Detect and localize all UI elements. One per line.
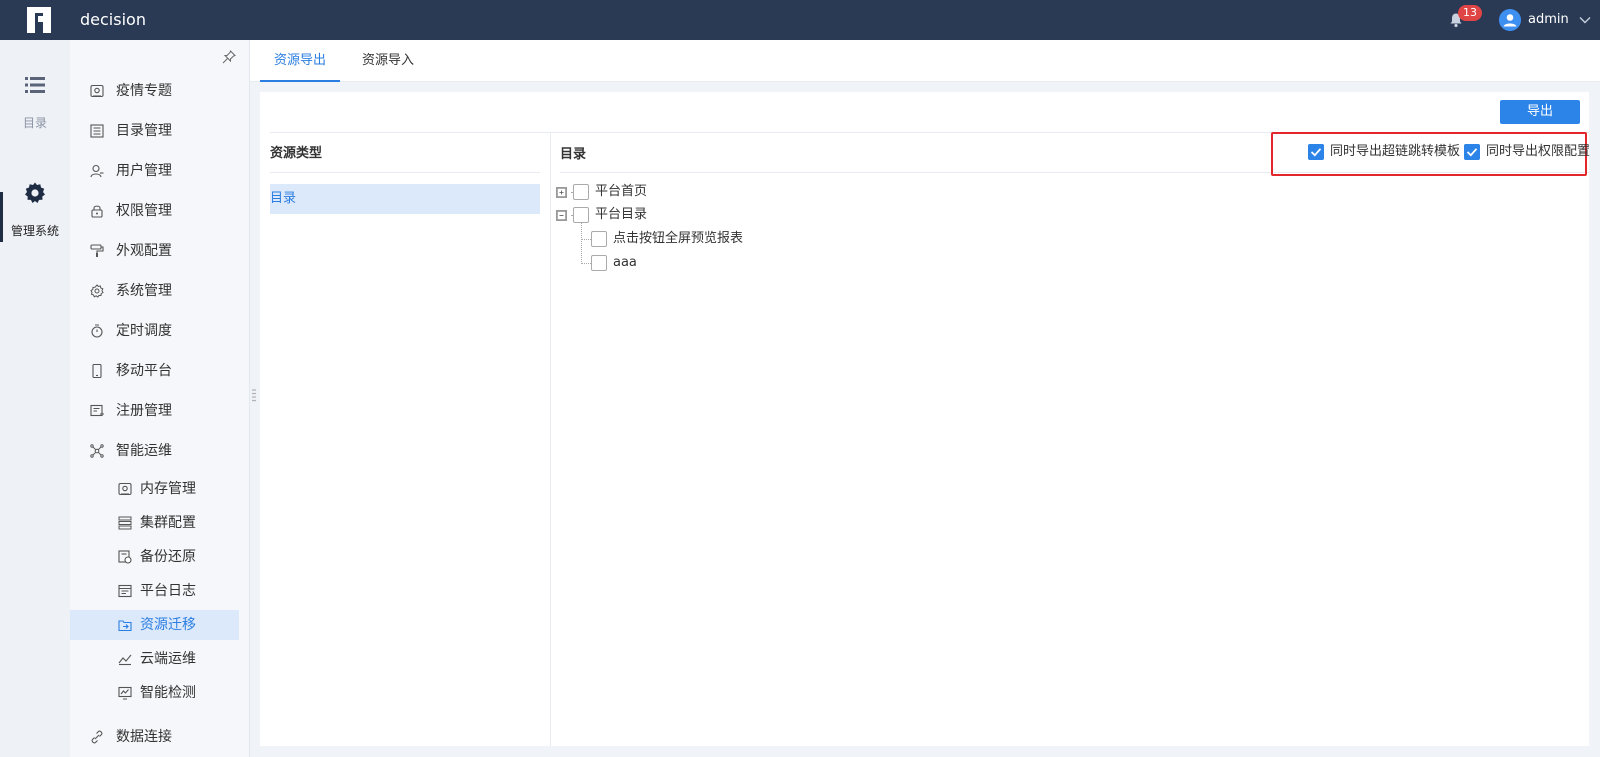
sidebar-item-label: 权限管理 [116, 203, 172, 219]
tree-node-platform-directory: 平台目录 [556, 205, 956, 225]
tree-node-label[interactable]: 平台首页 [595, 182, 647, 202]
gear-icon [25, 182, 45, 203]
notification-badge: 13 [1458, 5, 1482, 21]
sidebar-item-label: 云端运维 [140, 651, 196, 667]
sidebar-item-data-connection[interactable]: 数据连接 [70, 722, 249, 752]
memory-icon [118, 482, 132, 496]
sidebar-item-label: 内存管理 [140, 481, 196, 497]
sidebar-item-registration[interactable]: 注册管理 [70, 396, 249, 426]
sidebar-item-label: 智能检测 [140, 685, 196, 701]
top-bar: decision 13 admin [0, 0, 1600, 40]
sidebar-resize-handle[interactable] [252, 388, 256, 402]
sidebar-item-memory[interactable]: 内存管理 [70, 474, 249, 504]
tree-node-platform-home: 平台首页 [556, 182, 956, 202]
sidebar-item-appearance[interactable]: 外观配置 [70, 236, 249, 266]
tree-node-fullscreen-report: 点击按钮全屏预览报表 [556, 229, 956, 249]
sidebar-item-label: 资源迁移 [140, 617, 196, 633]
sidebar-item-intelligent-ops[interactable]: 智能运维 [70, 436, 249, 466]
sidebar-item-smart-detection[interactable]: 智能检测 [70, 678, 249, 708]
export-button[interactable]: 导出 [1500, 100, 1580, 124]
link-icon [91, 730, 103, 744]
sidebar-item-label: 系统管理 [116, 283, 172, 299]
log-icon [118, 584, 132, 598]
option-label: 同时导出权限配置 [1486, 144, 1591, 159]
tab-resource-export[interactable]: 资源导出 [260, 40, 341, 82]
mobile-icon [92, 364, 102, 378]
rail-item-directory[interactable]: 目录 [0, 76, 70, 131]
directory-header: 目录 [560, 147, 587, 162]
option-label: 同时导出超链跳转模板 [1330, 144, 1461, 159]
left-rail: 目录 管理系统 [0, 40, 70, 757]
list-icon [25, 77, 45, 93]
sidebar-item-system-management[interactable]: 系统管理 [70, 276, 249, 306]
sidebar-item-label: 注册管理 [116, 403, 172, 419]
avatar[interactable] [1499, 9, 1521, 31]
sidebar-item-backup[interactable]: 备份还原 [70, 542, 249, 572]
chevron-down-icon[interactable] [1578, 13, 1592, 27]
timer-icon [91, 324, 103, 338]
expand-plus-icon[interactable] [556, 187, 567, 198]
sidebar-item-label: 目录管理 [116, 123, 172, 139]
sidebar-item-label: 平台日志 [140, 583, 196, 599]
sidebar-item-user-management[interactable]: 用户管理 [70, 156, 249, 186]
divider [270, 172, 540, 173]
tree-node-label[interactable]: aaa [613, 253, 637, 273]
cluster-icon [118, 516, 132, 530]
checkbox-checked-icon[interactable] [1308, 144, 1324, 160]
tree-checkbox[interactable] [591, 231, 607, 247]
sidebar-item-label: 备份还原 [140, 549, 196, 565]
sidebar-item-label: 数据连接 [116, 729, 172, 745]
tree-checkbox[interactable] [591, 255, 607, 271]
sidebar-item-platform-log[interactable]: 平台日志 [70, 576, 249, 606]
checkbox-checked-icon[interactable] [1464, 144, 1480, 160]
resource-type-item-directory[interactable]: 目录 [270, 184, 540, 214]
user-name[interactable]: admin [1528, 12, 1569, 27]
column-divider [550, 132, 551, 746]
tree-node-label[interactable]: 点击按钮全屏预览报表 [613, 229, 743, 249]
management-sidebar: 疫情专题 目录管理 用户管理 权限管理 外观配置 系统管理 定时调度 移动平台 … [70, 40, 250, 757]
sidebar-item-permission-management[interactable]: 权限管理 [70, 196, 249, 226]
tree-node-label[interactable]: 平台目录 [595, 205, 647, 225]
sidebar-item-cloud-ops[interactable]: 云端运维 [70, 644, 249, 674]
rail-item-label: 管理系统 [10, 224, 59, 238]
collapse-minus-icon[interactable] [556, 210, 567, 221]
sidebar-item-resource-migration[interactable]: 资源迁移 [70, 610, 239, 640]
sidebar-item-cluster[interactable]: 集群配置 [70, 508, 249, 538]
sidebar-item-directory-management[interactable]: 目录管理 [70, 116, 249, 146]
sidebar-item-scheduling[interactable]: 定时调度 [70, 316, 249, 346]
pin-icon[interactable] [222, 50, 236, 64]
sidebar-item-label: 定时调度 [116, 323, 172, 339]
user-icon [90, 164, 104, 178]
rail-item-label: 目录 [22, 116, 47, 130]
directory-icon [90, 124, 104, 138]
tab-resource-import[interactable]: 资源导入 [348, 40, 428, 82]
sidebar-item-label: 用户管理 [116, 163, 172, 179]
export-panel: 导出 资源类型 目录 目录 同时导出超链跳转模板 同时导出权限配置 平台首页 平… [260, 92, 1591, 746]
resource-type-header: 资源类型 [270, 146, 323, 161]
sidebar-item-label: 移动平台 [116, 363, 172, 379]
rail-item-management[interactable]: 管理系统 [0, 182, 70, 239]
cloud-ops-icon [118, 654, 132, 666]
monitor-icon [118, 686, 132, 700]
sidebar-item-label: 疫情专题 [116, 83, 172, 99]
app-title: decision [80, 10, 146, 29]
sidebar-item-mobile-platform[interactable]: 移动平台 [70, 356, 249, 386]
sidebar-item-label: 智能运维 [116, 443, 172, 459]
tree-checkbox[interactable] [573, 207, 589, 223]
tab-bar: 资源导出 资源导入 [250, 40, 1600, 82]
fanruan-logo-icon[interactable] [24, 4, 54, 36]
tree-node-aaa: aaa [556, 253, 956, 273]
sidebar-item-label: 集群配置 [140, 515, 196, 531]
network-icon [90, 444, 104, 458]
sidebar-item-label: 外观配置 [116, 243, 172, 259]
migrate-icon [118, 620, 132, 632]
sidebar-item-epidemic[interactable]: 疫情专题 [70, 76, 249, 106]
tree-checkbox[interactable] [573, 184, 589, 200]
backup-icon [118, 550, 132, 564]
dashboard-icon [90, 84, 104, 98]
gear-icon [90, 284, 104, 298]
lock-icon [91, 205, 103, 218]
paint-roller-icon [90, 244, 104, 257]
register-icon [90, 404, 104, 417]
